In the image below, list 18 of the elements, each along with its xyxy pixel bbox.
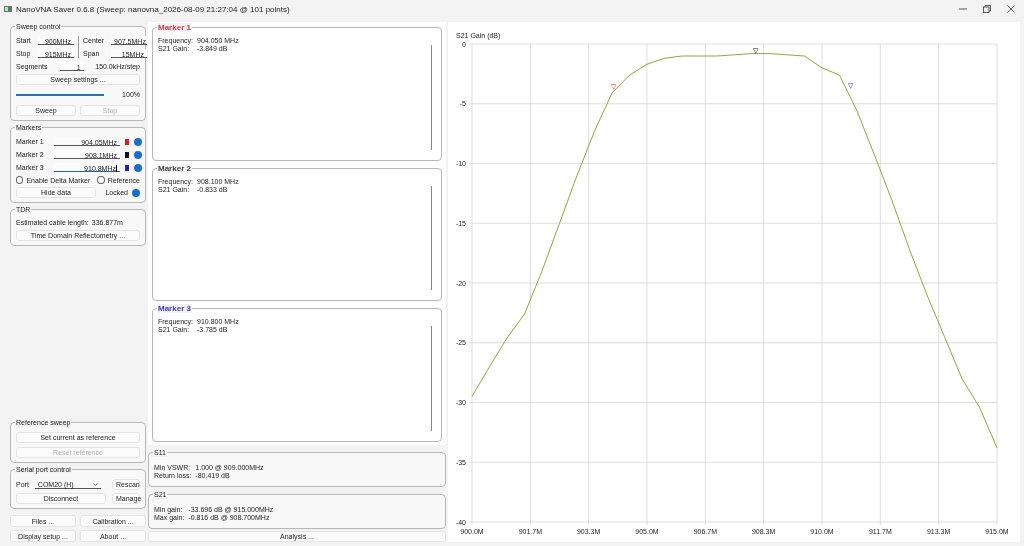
color-swatch-icon[interactable] (125, 164, 129, 171)
scrollbar[interactable] (430, 185, 432, 291)
dot-icon[interactable] (134, 163, 142, 172)
dot-icon[interactable] (134, 137, 142, 146)
scrollbar[interactable] (430, 326, 432, 431)
app-icon (4, 5, 12, 13)
caret-icon (92, 483, 98, 486)
color-swatch-icon[interactable] (125, 151, 129, 158)
restore-icon[interactable] (982, 4, 992, 14)
scrollbar[interactable] (430, 45, 432, 150)
dot-icon[interactable] (134, 150, 142, 159)
group-title: Marker 3 (157, 304, 192, 314)
group-title: Marker 1 (157, 23, 192, 32)
window-title: NanoVNA Saver 0.6.8 (Sweep: nanovna_2026-08-09 21:27:04 @ 101 points) (16, 4, 291, 14)
close-icon[interactable] (1006, 4, 1016, 14)
color-swatch-icon[interactable] (125, 138, 129, 145)
group-title: Marker 2 (157, 163, 192, 173)
dot-icon[interactable] (132, 188, 140, 197)
